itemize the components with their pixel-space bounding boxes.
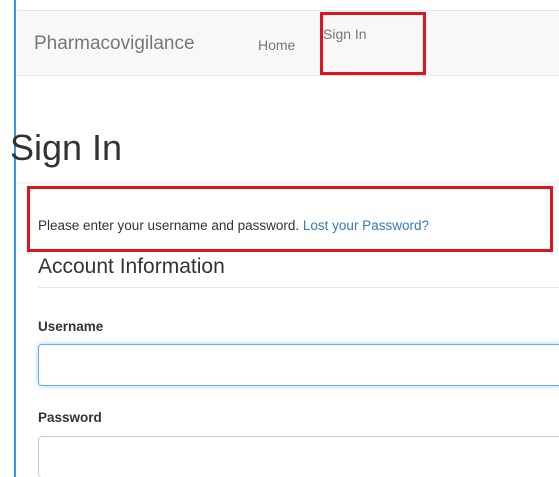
navbar-brand[interactable]: Pharmacovigilance xyxy=(34,33,195,55)
login-instruction: Please enter your username and password.… xyxy=(38,218,429,233)
nav-link-home[interactable]: Home xyxy=(258,37,295,53)
password-input[interactable] xyxy=(38,436,559,477)
screenshot-frame: Pharmacovigilance Home Sign In Sign In P… xyxy=(0,0,559,477)
section-divider xyxy=(38,287,559,288)
username-label: Username xyxy=(38,319,104,334)
username-input[interactable] xyxy=(38,344,559,386)
password-label: Password xyxy=(38,410,102,425)
instruction-text: Please enter your username and password. xyxy=(38,218,303,233)
nav-link-sign-in[interactable]: Sign In xyxy=(323,26,367,42)
lost-password-link[interactable]: Lost your Password? xyxy=(303,218,429,233)
account-information-heading: Account Information xyxy=(38,255,225,278)
top-navbar: Pharmacovigilance Home xyxy=(16,10,559,76)
page-title: Sign In xyxy=(10,127,123,168)
